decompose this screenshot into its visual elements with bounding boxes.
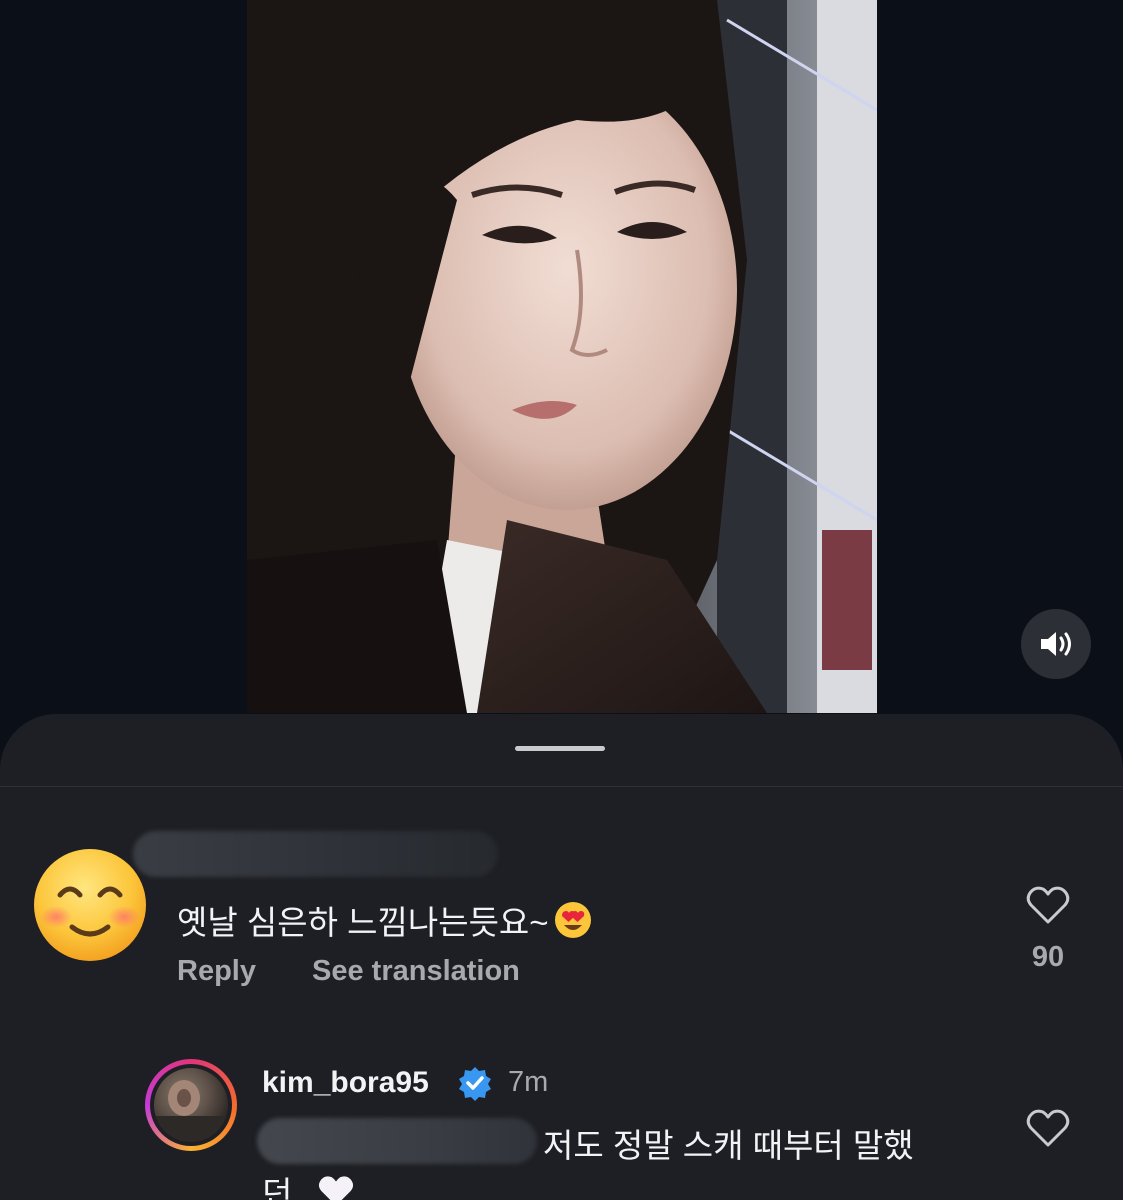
smiling-face-emoji[interactable] bbox=[32, 847, 148, 963]
heart-eyes-emoji bbox=[554, 902, 591, 938]
like-count: 90 bbox=[1031, 941, 1065, 973]
drag-handle[interactable] bbox=[515, 746, 605, 751]
avatar-photo bbox=[154, 1068, 228, 1142]
reels-screen: 옛날 심은하 느낌나는듯요~ Reply See translation 90 bbox=[0, 0, 1123, 1200]
sheet-divider bbox=[0, 786, 1123, 787]
speaker-icon bbox=[1041, 632, 1071, 656]
verified-badge-icon bbox=[459, 1067, 491, 1101]
heart-outline-icon[interactable] bbox=[1026, 1108, 1070, 1148]
comment-username-redacted[interactable] bbox=[133, 831, 498, 877]
reply-timestamp: 7m bbox=[508, 1066, 549, 1098]
sound-toggle-button[interactable] bbox=[1021, 609, 1091, 679]
reply-text-line-1: 저도 정말 스캐 때부터 말했 bbox=[543, 1127, 914, 1164]
avatar-image bbox=[154, 1080, 228, 1142]
reply-text-end: 던,, bbox=[262, 1175, 311, 1200]
heart-outline-icon[interactable] bbox=[1026, 885, 1070, 925]
avatar[interactable] bbox=[145, 1059, 237, 1151]
reply-text-line-2: 던,, bbox=[262, 1167, 355, 1200]
comments-sheet: 옛날 심은하 느낌나는듯요~ Reply See translation 90 bbox=[0, 714, 1123, 1200]
comment-text: 옛날 심은하 느낌나는듯요~ bbox=[177, 896, 593, 944]
mention-redacted[interactable] bbox=[257, 1118, 537, 1164]
reply-button[interactable]: Reply bbox=[177, 955, 256, 988]
see-translation-button[interactable]: See translation bbox=[312, 955, 520, 988]
video-frame-image bbox=[247, 0, 877, 713]
video-player[interactable] bbox=[247, 0, 877, 713]
white-heart-emoji bbox=[318, 1176, 353, 1200]
comment-body: 옛날 심은하 느낌나는듯요~ bbox=[177, 904, 549, 941]
reply-username[interactable]: kim_bora95 bbox=[262, 1066, 429, 1100]
